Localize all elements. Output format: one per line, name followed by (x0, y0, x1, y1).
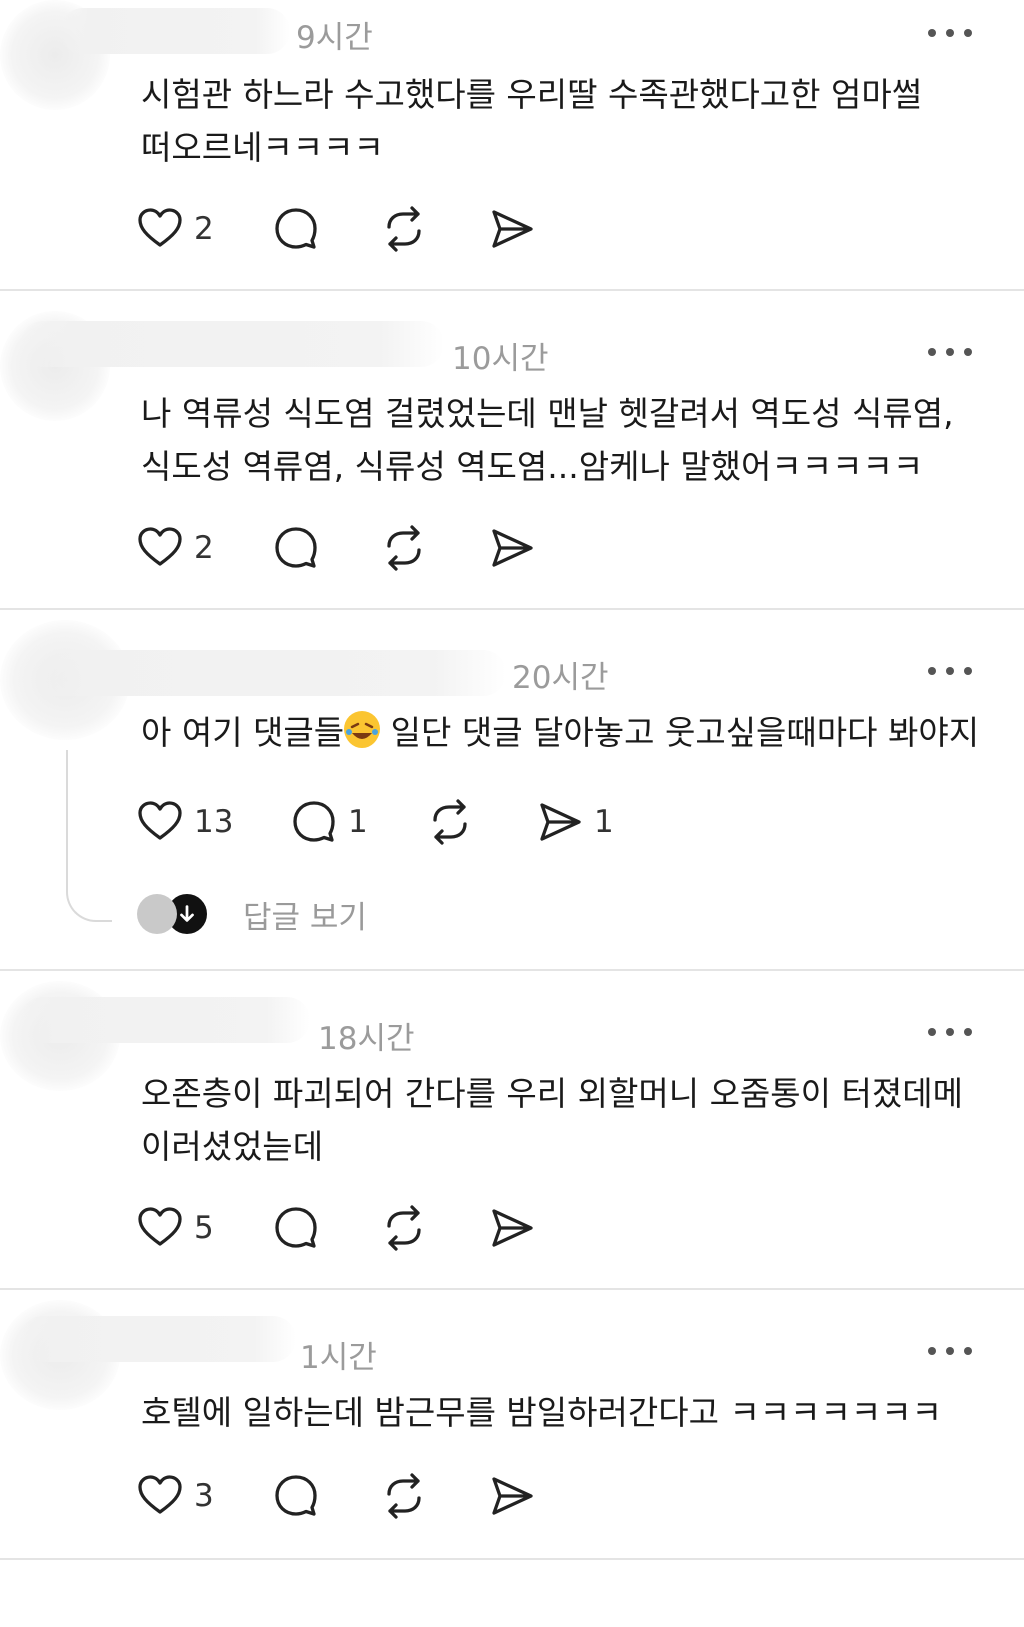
share-button[interactable] (488, 1202, 536, 1254)
like-button[interactable]: 13 (136, 796, 233, 848)
repost-icon (387, 206, 421, 252)
share-button[interactable] (488, 203, 536, 255)
comment-post: 18시간 오존층이 파괴되어 간다를 우리 외할머니 오줌통이 터졌데메 이러셨… (0, 971, 1024, 1289)
reply-button[interactable] (272, 1202, 320, 1254)
share-count: 1 (594, 804, 614, 840)
reply-avatar (137, 894, 177, 934)
comment-icon (275, 1475, 317, 1516)
send-icon (492, 210, 533, 248)
heart-icon (138, 527, 182, 566)
reply-button[interactable] (272, 522, 320, 574)
comment-feed: 9시간 시험관 하느라 수고했다를 우리딸 수족관했다고한 엄마썰 떠오르네ㅋㅋ… (0, 0, 1024, 1627)
post-text-line: 나 역류성 식도염 걸렸었는데 맨날 헷갈려서 역도성 식류염, (141, 394, 954, 433)
rolling-on-floor-laughing-emoji (344, 711, 381, 748)
comment-icon (275, 208, 317, 249)
share-button[interactable] (488, 522, 536, 574)
like-count: 5 (194, 1210, 214, 1246)
like-button[interactable]: 2 (136, 203, 214, 255)
send-icon (492, 1477, 533, 1515)
post-time: 20시간 (512, 660, 609, 696)
post-time: 1시간 (300, 1340, 377, 1376)
post-text: 아 여기 댓글들 일단 댓글 달아놓고 웃고싶을때마다 봐야지 (141, 706, 991, 759)
username[interactable] (60, 8, 290, 54)
post-text-line: 아 여기 댓글들 일단 댓글 달아놓고 웃고싶을때마다 봐야지 (141, 706, 991, 759)
post-text-line: 호텔에 일하는데 밤근무를 밤일하러간다고 ㅋㅋㅋㅋㅋㅋㅋ (141, 1393, 942, 1432)
heart-icon (138, 1475, 182, 1514)
like-count: 3 (194, 1478, 214, 1514)
like-button[interactable]: 2 (136, 522, 214, 574)
repost-icon (387, 1205, 421, 1251)
more-icon[interactable] (928, 1025, 972, 1039)
repost-icon (387, 525, 421, 571)
reply-button[interactable] (272, 203, 320, 255)
more-icon[interactable] (928, 345, 972, 359)
send-icon (492, 529, 533, 567)
like-count: 2 (194, 211, 214, 247)
post-text: 나 역류성 식도염 걸렸었는데 맨날 헷갈려서 역도성 식류염, 식도성 역류염… (141, 387, 991, 493)
post-time: 10시간 (452, 341, 549, 377)
username[interactable] (20, 1316, 296, 1362)
like-count: 13 (194, 804, 234, 840)
divider (0, 1558, 1024, 1560)
comment-icon (293, 801, 335, 842)
more-icon[interactable] (928, 26, 972, 40)
like-count: 2 (194, 530, 214, 566)
username[interactable] (20, 321, 444, 367)
repost-button[interactable] (380, 522, 428, 574)
post-text-line: 오존층이 파괴되어 간다를 우리 외할머니 오줌통이 터졌데메 (141, 1074, 963, 1113)
comment-post: 9시간 시험관 하느라 수고했다를 우리딸 수족관했다고한 엄마썰 떠오르네ㅋㅋ… (0, 0, 1024, 290)
repost-button[interactable] (380, 1470, 428, 1522)
send-icon (540, 803, 581, 841)
reply-button[interactable] (272, 1470, 320, 1522)
repost-button[interactable] (380, 203, 428, 255)
post-text-line: 시험관 하느라 수고했다를 우리딸 수족관했다고한 엄마썰 (141, 75, 923, 114)
post-text-line: 이러셨었늗데 (141, 1127, 324, 1166)
repost-icon (387, 1473, 421, 1519)
post-text: 시험관 하느라 수고했다를 우리딸 수족관했다고한 엄마썰 떠오르네ㅋㅋㅋㅋ (141, 68, 991, 174)
comment-post: 10시간 나 역류성 식도염 걸렸었는데 맨날 헷갈려서 역도성 식류염, 식도… (0, 291, 1024, 609)
username[interactable] (30, 650, 506, 696)
repost-icon (433, 799, 467, 845)
post-time: 9시간 (296, 20, 373, 56)
comment-post: 20시간 아 여기 댓글들 일단 댓글 달아놓고 웃고싶을때마다 봐야지 13 … (0, 610, 1024, 970)
username[interactable] (20, 997, 310, 1043)
more-icon[interactable] (928, 664, 972, 678)
post-text-part: 아 여기 댓글들 (141, 713, 345, 752)
comment-icon (275, 1207, 317, 1248)
post-text: 오존층이 파괴되어 간다를 우리 외할머니 오줌통이 터졌데메 이러셨었늗데 (141, 1067, 991, 1173)
reply-button[interactable]: 1 (290, 796, 368, 848)
view-replies-label: 답글 보기 (243, 899, 367, 936)
like-button[interactable]: 5 (136, 1202, 214, 1254)
like-button[interactable]: 3 (136, 1470, 214, 1522)
heart-icon (138, 208, 182, 247)
send-icon (492, 1209, 533, 1247)
comment-post: 1시간 호텔에 일하는데 밤근무를 밤일하러간다고 ㅋㅋㅋㅋㅋㅋㅋ 3 (0, 1290, 1024, 1560)
comment-icon (275, 527, 317, 568)
share-button[interactable] (488, 1470, 536, 1522)
heart-icon (138, 801, 182, 840)
share-button[interactable]: 1 (536, 796, 614, 848)
heart-icon (138, 1207, 182, 1246)
view-replies-button[interactable]: 답글 보기 (137, 891, 367, 937)
post-text-line: 식도성 역류염, 식류성 역도염...암케나 말했어ㅋㅋㅋㅋㅋ (141, 447, 924, 486)
repost-button[interactable] (426, 796, 474, 848)
repost-button[interactable] (380, 1202, 428, 1254)
post-text: 호텔에 일하는데 밤근무를 밤일하러간다고 ㅋㅋㅋㅋㅋㅋㅋ (141, 1386, 991, 1439)
post-text-line: 떠오르네ㅋㅋㅋㅋ (141, 128, 384, 167)
thread-line (66, 750, 112, 922)
more-icon[interactable] (928, 1344, 972, 1358)
post-text-part: 일단 댓글 달아놓고 웃고싶을때마다 봐야지 (380, 713, 980, 752)
reply-count: 1 (348, 804, 368, 840)
post-time: 18시간 (318, 1021, 415, 1057)
